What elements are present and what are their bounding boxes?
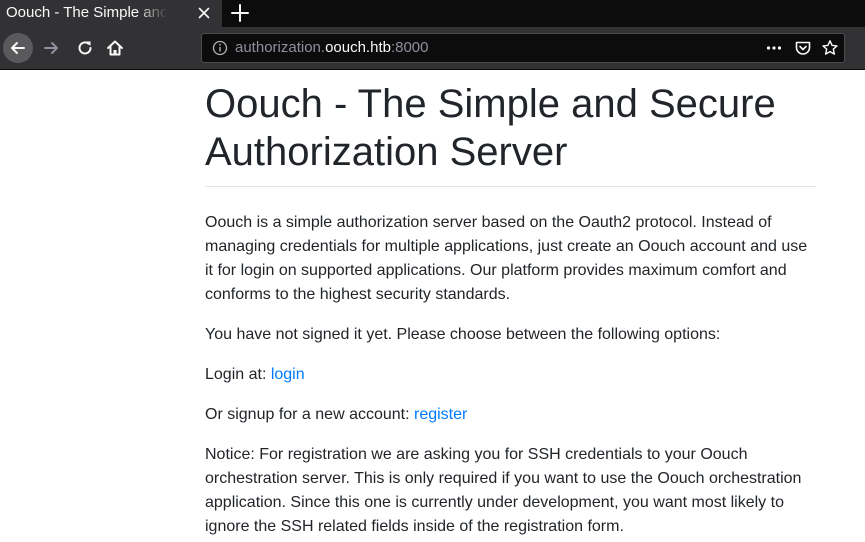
reload-button[interactable]	[72, 35, 98, 61]
register-link[interactable]: register	[414, 406, 467, 423]
pocket-icon[interactable]	[794, 39, 812, 57]
back-arrow-icon	[11, 42, 25, 54]
more-icon[interactable]	[765, 39, 783, 57]
signup-prefix: Or signup for a new account:	[205, 406, 414, 423]
home-button[interactable]	[102, 35, 128, 61]
url-subdomain: authorization.	[235, 39, 326, 56]
url-port: :8000	[390, 39, 429, 56]
plus-icon[interactable]	[230, 3, 250, 23]
star-icon[interactable]	[821, 39, 839, 57]
info-icon[interactable]	[212, 40, 228, 56]
reload-icon	[78, 41, 92, 55]
back-button[interactable]	[3, 33, 33, 63]
url-domain: oouch.htb	[325, 39, 391, 56]
forward-button[interactable]	[38, 35, 64, 61]
login-prefix: Login at:	[205, 366, 271, 383]
bookmark-star-icon	[822, 40, 838, 55]
url-text[interactable]: authorization.oouch.htb:8000	[235, 39, 429, 57]
tab-bar: Oouch - The Simple and Secure Authorizat…	[0, 0, 865, 27]
more-dots-icon	[766, 46, 782, 50]
sign-in-status-text: You have not signed it yet. Please choos…	[205, 326, 721, 343]
page-content: Oouch - The Simple and Secure Authorizat…	[205, 70, 816, 539]
navigation-toolbar: authorization.oouch.htb:8000	[0, 27, 865, 70]
notice-paragraph: Notice: For registration we are asking y…	[205, 446, 802, 535]
title-divider	[205, 186, 816, 187]
signup-line: Or signup for a new account: register	[205, 403, 816, 427]
browser-tab[interactable]: Oouch - The Simple and Secure Authorizat…	[0, 0, 222, 27]
home-icon	[107, 40, 123, 56]
tab-title-fade	[136, 0, 168, 27]
intro-paragraph: Oouch is a simple authorization server b…	[205, 214, 808, 303]
login-line: Login at: login	[205, 363, 816, 387]
login-link[interactable]: login	[271, 366, 305, 383]
pocket-shield-icon	[795, 41, 811, 55]
close-icon[interactable]	[196, 5, 212, 21]
forward-arrow-icon	[44, 42, 58, 54]
address-bar[interactable]: authorization.oouch.htb:8000	[201, 33, 845, 63]
page-title: Oouch - The Simple and Secure Authorizat…	[205, 82, 776, 174]
